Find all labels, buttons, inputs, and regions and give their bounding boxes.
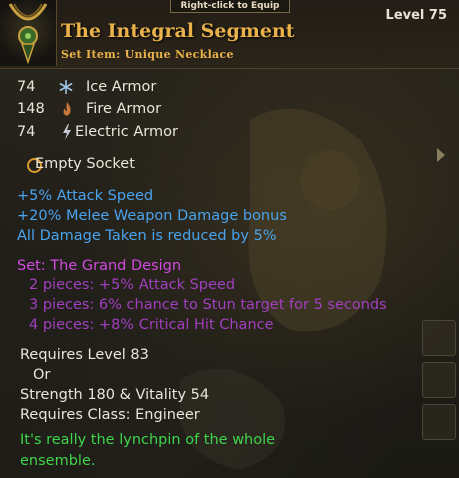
socket-label: Empty Socket xyxy=(35,156,135,172)
requirement-stats: Strength 180 & Vitality 54 xyxy=(20,387,210,403)
set-name: Set: The Grand Design xyxy=(17,258,182,274)
item-type: Set Item: Unique Necklace xyxy=(61,48,234,61)
flame-icon xyxy=(58,100,76,118)
necklace-icon xyxy=(8,3,48,65)
armor-value: 74 xyxy=(17,124,36,140)
bonus-line: +5% Attack Speed xyxy=(17,188,154,204)
set-piece-bonus: 3 pieces: 6% chance to Stun target for 5… xyxy=(29,297,387,313)
bonus-line: +20% Melee Weapon Damage bonus xyxy=(17,208,287,224)
expand-arrow-icon[interactable] xyxy=(437,148,445,162)
tooltip-body: 74 Ice Armor 148 Fire Armor 74 Electric … xyxy=(0,69,459,478)
armor-label: Fire Armor xyxy=(86,101,162,117)
lightning-icon xyxy=(58,123,76,141)
armor-value: 148 xyxy=(17,101,45,117)
requirement-level: Requires Level 83 xyxy=(20,347,149,363)
item-name: The Integral Segment xyxy=(61,20,295,42)
flavor-text: ensemble. xyxy=(20,453,96,469)
equip-hint: Right-click to Equip xyxy=(170,0,290,13)
armor-label: Ice Armor xyxy=(86,79,157,95)
side-tab-button[interactable] xyxy=(422,404,456,440)
armor-value: 74 xyxy=(17,79,36,95)
armor-label: Electric Armor xyxy=(75,124,178,140)
item-icon xyxy=(0,0,57,66)
set-piece-bonus: 2 pieces: +5% Attack Speed xyxy=(29,277,236,293)
set-piece-bonus: 4 pieces: +8% Critical Hit Chance xyxy=(29,317,274,333)
bonus-line: All Damage Taken is reduced by 5% xyxy=(17,228,277,244)
side-tab-button[interactable] xyxy=(422,362,456,398)
tooltip-header: Right-click to Equip The Integral Segmen… xyxy=(0,0,459,69)
flavor-text: It's really the lynchpin of the whole xyxy=(20,432,276,448)
item-tooltip: Right-click to Equip The Integral Segmen… xyxy=(0,0,459,478)
side-tab-button[interactable] xyxy=(422,320,456,356)
snowflake-icon xyxy=(57,78,75,96)
requirement-class: Requires Class: Engineer xyxy=(20,407,200,423)
item-level: Level 75 xyxy=(385,8,447,23)
requirement-or: Or xyxy=(33,367,51,383)
